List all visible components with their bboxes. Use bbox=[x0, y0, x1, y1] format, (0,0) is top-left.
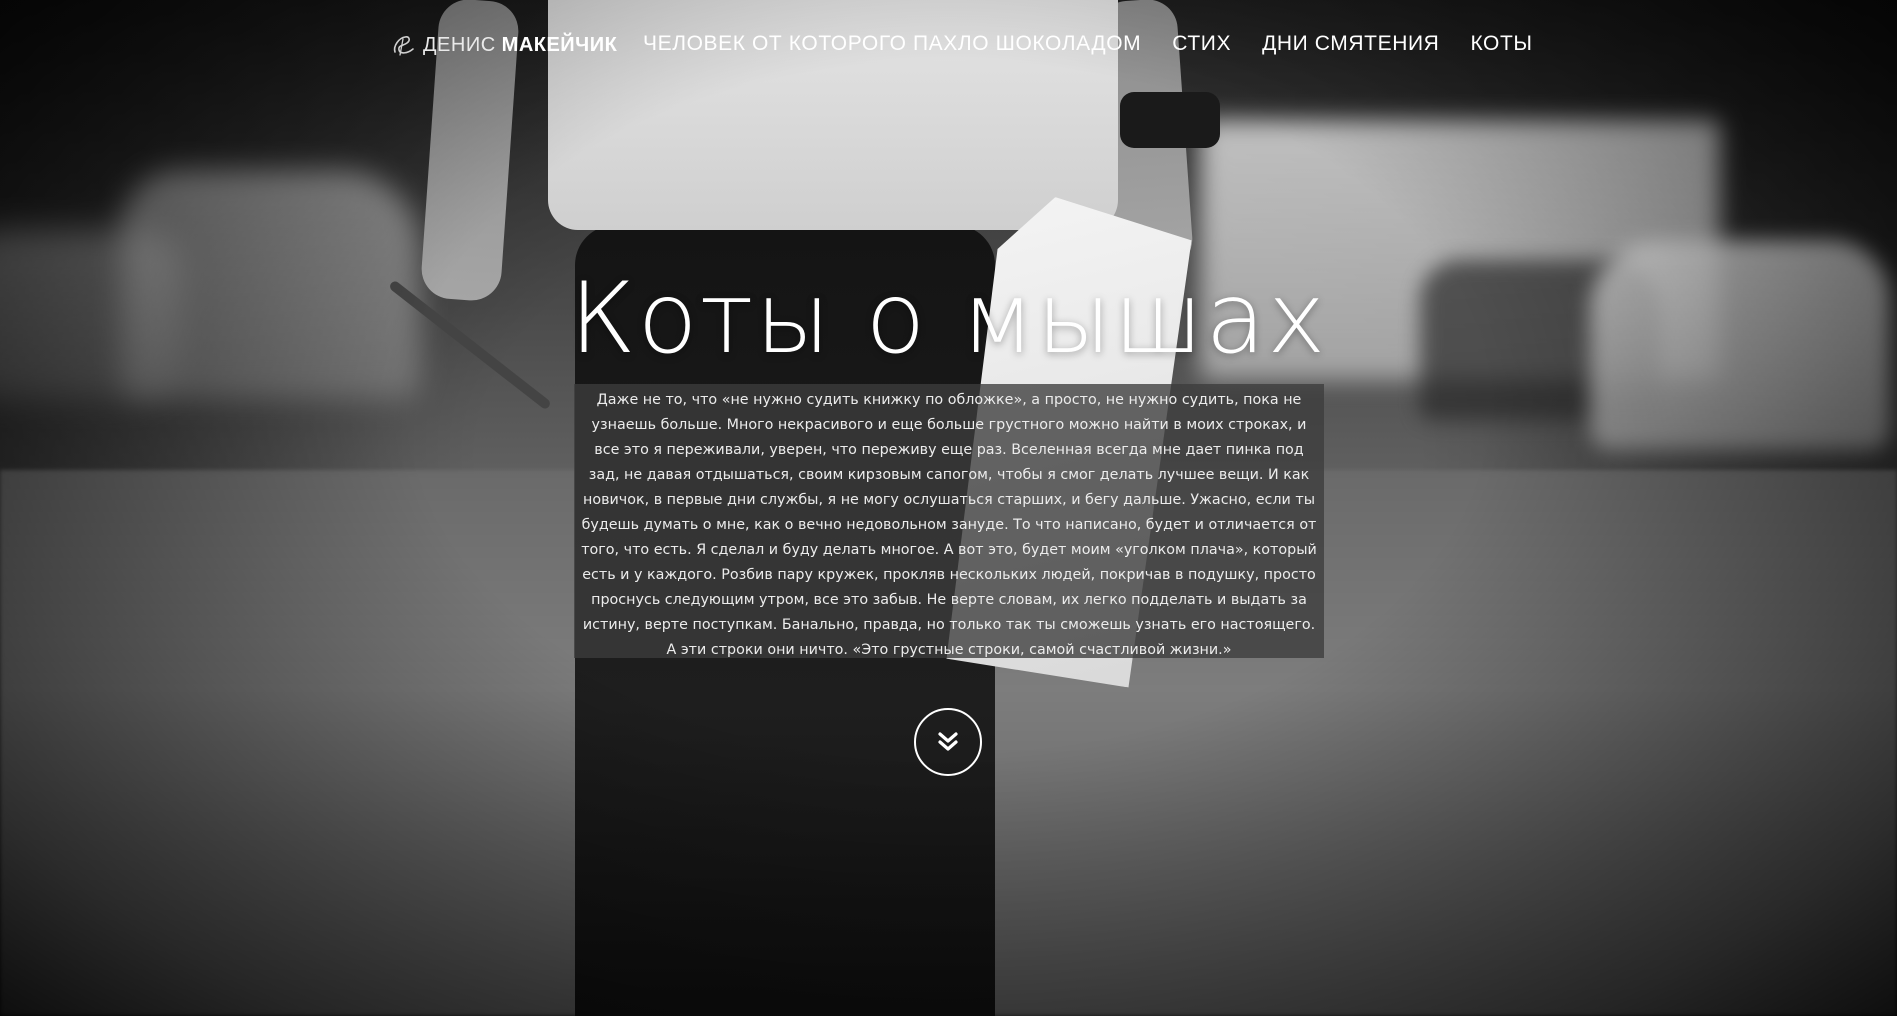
double-chevron-down-icon bbox=[938, 732, 958, 751]
intro-text: Даже не то, что «не нужно судить книжку … bbox=[574, 384, 1324, 658]
page-title: Коты о мышах bbox=[569, 262, 1328, 376]
nav-link-days-of-confusion[interactable]: ДНИ СМЯТЕНИЯ bbox=[1262, 32, 1439, 55]
brand-link[interactable]: ДЕНИС МАКЕЙЧИК bbox=[389, 32, 617, 58]
nav-link-cats[interactable]: КОТЫ bbox=[1470, 32, 1532, 55]
nav-item: СТИХ bbox=[1172, 32, 1231, 56]
brand-last-name: МАКЕЙЧИК bbox=[501, 33, 618, 56]
nav-item: ЧЕЛОВЕК ОТ КОТОРОГО ПАХЛО ШОКОЛАДОМ bbox=[643, 32, 1141, 56]
nav-link-poem[interactable]: СТИХ bbox=[1172, 32, 1231, 55]
background-watch bbox=[1120, 92, 1220, 148]
signature-logo-icon bbox=[389, 32, 417, 58]
nav-item: КОТЫ bbox=[1470, 32, 1532, 56]
hero-section: ДЕНИС МАКЕЙЧИК ЧЕЛОВЕК ОТ КОТОРОГО ПАХЛО… bbox=[0, 0, 1897, 1016]
brand-first-name: ДЕНИС bbox=[423, 33, 496, 56]
nav-item: ДНИ СМЯТЕНИЯ bbox=[1262, 32, 1439, 56]
navbar: ДЕНИС МАКЕЙЧИК ЧЕЛОВЕК ОТ КОТОРОГО ПАХЛО… bbox=[0, 0, 1897, 90]
scroll-down-button[interactable] bbox=[914, 708, 982, 776]
nav-menu: ЧЕЛОВЕК ОТ КОТОРОГО ПАХЛО ШОКОЛАДОМ СТИХ… bbox=[643, 32, 1533, 56]
nav-link-chocolate-man[interactable]: ЧЕЛОВЕК ОТ КОТОРОГО ПАХЛО ШОКОЛАДОМ bbox=[643, 32, 1141, 55]
